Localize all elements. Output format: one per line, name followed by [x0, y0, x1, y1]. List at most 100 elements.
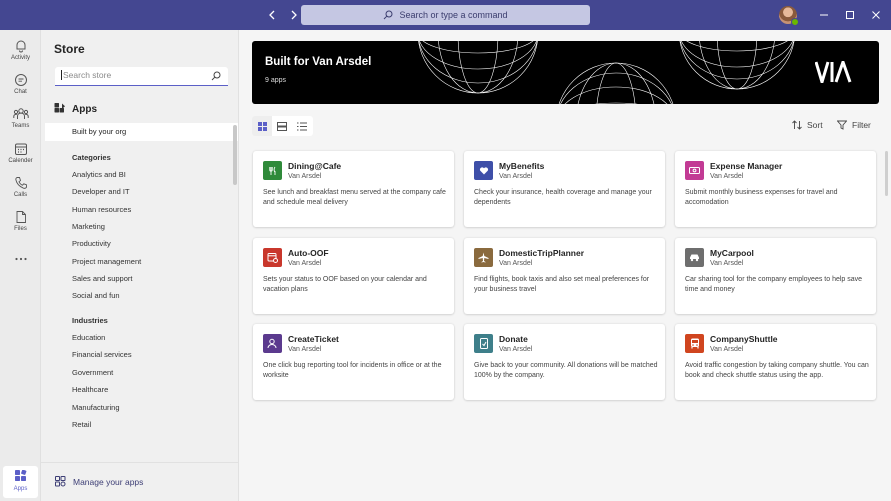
app-card-mybenefits[interactable]: MyBenefits Van Arsdel Check your insuran… — [464, 151, 665, 227]
history-nav — [264, 6, 302, 24]
close-button[interactable] — [867, 6, 885, 24]
nav-industry[interactable]: Education — [72, 333, 105, 342]
nav-industry[interactable]: Government — [72, 368, 113, 377]
tile-view-button[interactable] — [272, 116, 292, 136]
panel-title: Store — [54, 42, 85, 56]
app-card-donate[interactable]: Donate Van Arsdel Give back to your comm… — [464, 324, 665, 400]
rail-label: Teams — [11, 123, 30, 129]
view-toggle-group — [252, 116, 313, 136]
rail-label: Activity — [10, 55, 30, 61]
app-name: Dining@Cafe — [288, 161, 342, 171]
rail-item-apps[interactable]: Apps — [0, 466, 41, 498]
app-publisher: Van Arsdel — [710, 346, 744, 353]
list-view-icon — [297, 122, 307, 130]
app-card-auto-oof[interactable]: Auto-OOF Van Arsdel Sets your status to … — [253, 238, 454, 314]
nav-industry[interactable]: Financial services — [72, 350, 132, 359]
rail-item-teams[interactable]: Teams — [0, 107, 41, 139]
main-content: Built for Van Arsdel 9 apps Sort Filter … — [240, 30, 891, 501]
phone-icon — [14, 177, 27, 189]
chevron-right-icon — [291, 10, 297, 20]
app-card-dining-cafe[interactable]: Dining@Cafe Van Arsdel See lunch and bre… — [253, 151, 454, 227]
apps-store-icon — [54, 103, 65, 113]
forward-button[interactable] — [286, 6, 302, 24]
industries-title: Industries — [72, 316, 108, 325]
nav-category[interactable]: Marketing — [72, 222, 105, 231]
nav-category[interactable]: Analytics and BI — [72, 170, 126, 179]
presence-available-icon — [791, 18, 799, 26]
maximize-button[interactable] — [841, 6, 859, 24]
app-description: Car sharing tool for the company employe… — [685, 276, 863, 293]
nav-category[interactable]: Project management — [72, 257, 141, 266]
hero-title: Built for Van Arsdel — [265, 56, 372, 68]
calendar-away-icon — [263, 248, 282, 267]
filter-button[interactable]: Filter — [837, 120, 871, 130]
rail-item-files[interactable]: Files — [0, 210, 41, 242]
app-card-mycarpool[interactable]: MyCarpool Van Arsdel Car sharing tool fo… — [675, 238, 876, 314]
grid-view-button[interactable] — [252, 116, 272, 136]
panel-divider — [41, 462, 239, 463]
manage-apps-link[interactable]: Manage your apps — [55, 476, 143, 487]
title-bar: Search or type a command — [0, 0, 891, 30]
app-card-companyshuttle[interactable]: CompanyShuttle Van Arsdel Avoid traffic … — [675, 324, 876, 400]
rail-item-calls[interactable]: Calls — [0, 176, 41, 208]
sort-label: Sort — [807, 120, 823, 130]
app-publisher: Van Arsdel — [710, 260, 744, 267]
rail-label: Calls — [13, 192, 28, 198]
minimize-button[interactable] — [815, 6, 833, 24]
rail-label: Files — [14, 226, 27, 232]
app-card-expense-manager[interactable]: Expense Manager Van Arsdel Submit monthl… — [675, 151, 876, 227]
app-description: Submit monthly business expenses for tra… — [685, 189, 838, 206]
grid-view-icon — [257, 121, 267, 131]
more-icon — [14, 257, 27, 261]
main-scrollbar[interactable] — [885, 151, 888, 196]
app-description: Avoid traffic congestion by taking compa… — [685, 362, 869, 379]
store-panel: Store Apps Built by your org Categories … — [41, 30, 239, 501]
nav-category[interactable]: Human resources — [72, 205, 131, 214]
nav-industry[interactable]: Retail — [72, 420, 91, 429]
nav-category[interactable]: Productivity — [72, 239, 111, 248]
search-icon[interactable] — [211, 71, 221, 81]
command-search-box[interactable]: Search or type a command — [301, 5, 590, 25]
person-ticket-icon — [263, 334, 282, 353]
store-search-input[interactable] — [61, 70, 201, 80]
store-search-box[interactable] — [55, 67, 228, 86]
nav-industry[interactable]: Healthcare — [72, 385, 108, 394]
rail-more-button[interactable] — [0, 256, 41, 270]
car-icon — [685, 248, 704, 267]
calendar-icon — [14, 143, 27, 155]
panel-scrollbar[interactable] — [233, 125, 237, 185]
filter-icon — [837, 120, 847, 130]
app-name: MyCarpool — [710, 248, 754, 258]
heart-icon — [474, 161, 493, 180]
close-icon — [872, 11, 880, 19]
app-publisher: Van Arsdel — [288, 260, 322, 267]
rail-item-activity[interactable]: Activity — [0, 39, 41, 71]
bell-icon — [16, 40, 25, 53]
back-button[interactable] — [264, 6, 280, 24]
hero-banner: Built for Van Arsdel 9 apps — [252, 41, 879, 104]
app-name: MyBenefits — [499, 161, 545, 171]
app-publisher: Van Arsdel — [710, 173, 744, 180]
app-name: Expense Manager — [710, 161, 783, 171]
apps-icon — [14, 470, 26, 481]
nav-built-by-your-org[interactable]: Built by your org — [45, 123, 238, 141]
rail-item-calendar[interactable]: Calender — [0, 142, 41, 174]
teams-icon — [12, 108, 29, 119]
nav-category[interactable]: Social and fun — [72, 291, 120, 300]
app-publisher: Van Arsdel — [288, 173, 322, 180]
list-view-button[interactable] — [292, 116, 312, 136]
nav-category[interactable]: Developer and IT — [72, 187, 130, 196]
maximize-icon — [846, 11, 854, 19]
rail-item-chat[interactable]: Chat — [0, 73, 41, 105]
avatar[interactable] — [779, 6, 799, 26]
chevron-left-icon — [269, 10, 275, 20]
app-name: Donate — [499, 334, 528, 344]
nav-category[interactable]: Sales and support — [72, 274, 132, 283]
nav-industry[interactable]: Manufacturing — [72, 403, 120, 412]
app-card-createticket[interactable]: CreateTicket Van Arsdel One click bug re… — [253, 324, 454, 400]
app-name: DomesticTripPlanner — [499, 248, 585, 258]
app-name: Auto-OOF — [288, 248, 329, 258]
sort-button[interactable]: Sort — [792, 120, 823, 130]
app-card-domestictripplanner[interactable]: DomesticTripPlanner Van Arsdel Find flig… — [464, 238, 665, 314]
app-description: Find flights, book taxis and also set me… — [474, 276, 650, 293]
